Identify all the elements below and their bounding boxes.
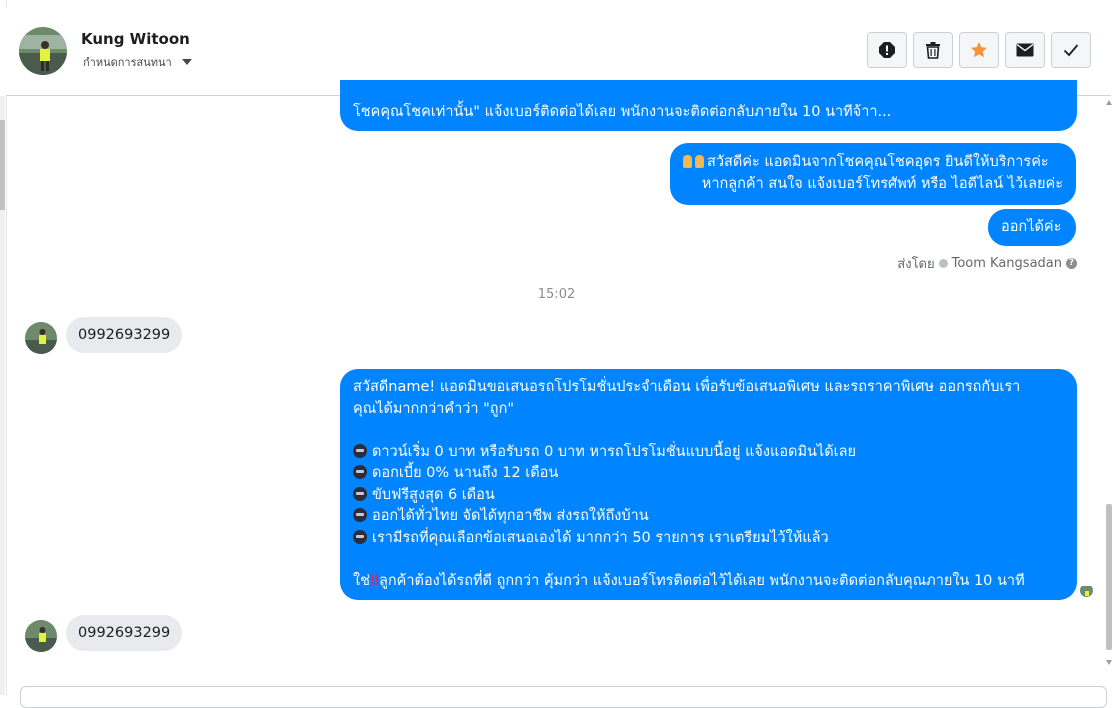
message-text: 0992693299 <box>78 625 171 641</box>
contact-avatar-small <box>25 620 57 652</box>
left-scrollbar[interactable] <box>0 96 5 695</box>
praying-hands-icon <box>683 155 692 168</box>
outgoing-message[interactable]: โชคคุณโชคเท่านั้น" แจ้งเบอร์ติดต่อได้เลย… <box>340 80 1077 131</box>
check-icon <box>1063 44 1079 57</box>
message-text: ลูกค้าต้องได้รถที่ดี ถูกกว่า คุ้มกว่า แจ… <box>379 572 1025 589</box>
sent-by-name: Toom Kangsadan <box>951 256 1062 271</box>
mark-done-button[interactable] <box>1051 32 1091 68</box>
car-emoji-icon <box>353 443 367 458</box>
reply-composer[interactable] <box>20 686 1107 708</box>
mark-unread-button[interactable] <box>1005 32 1045 68</box>
star-icon <box>971 42 987 58</box>
message-text: หากลูกค้า สนใจ แจ้งเบอร์โทรศัพท์ หรือ ไอ… <box>701 175 1063 192</box>
message-text: ดาวน์เริ่ม 0 บาท หรือรับรถ 0 บาท หารถโปร… <box>372 443 856 460</box>
incoming-message[interactable]: 0992693299 <box>66 317 183 353</box>
scroll-up-arrow-icon[interactable] <box>1106 100 1112 105</box>
car-emoji-icon <box>353 529 367 544</box>
help-icon[interactable]: ? <box>1066 258 1077 269</box>
contact-avatar-small <box>25 322 57 354</box>
contact-name[interactable]: Kung Witoon <box>81 30 190 48</box>
double-exclamation-icon: ‼ <box>369 572 380 589</box>
message-text: ออกได้ทั่วไทย จัดได้ทุกอาชีพ ส่งรถให้ถึง… <box>372 508 649 524</box>
outgoing-message[interactable]: สวัสดีค่ะ แอดมินจากโชคคุณโชคอุดร ยินดีให… <box>670 143 1076 205</box>
bullet-line: ออกได้ทั่วไทย จัดได้ทุกอาชีพ ส่งรถให้ถึง… <box>353 506 1064 528</box>
star-button[interactable] <box>959 32 999 68</box>
conversation-actions <box>867 32 1091 68</box>
praying-hands-icon <box>695 155 704 168</box>
message-text: ดอกเบี้ย 0% นานถึง 12 เดือน <box>372 465 559 481</box>
seen-avatar <box>1080 584 1093 597</box>
message-text: โชคคุณโชคเท่านั้น" แจ้งเบอร์ติดต่อได้เลย… <box>353 104 892 120</box>
caret-down-icon <box>181 59 192 65</box>
sent-by-prefix: ส่งโดย <box>897 257 935 272</box>
message-text: สวัสดีname! แอดมินขอเสนอรถโปรโมชั่นประจำ… <box>353 379 1021 395</box>
outgoing-message[interactable]: สวัสดีname! แอดมินขอเสนอรถโปรโมชั่นประจำ… <box>340 369 1077 600</box>
message-line: ใช่‼ลูกค้าต้องได้รถที่ดี ถูกกว่า คุ้มกว่… <box>353 571 1064 593</box>
car-emoji-icon <box>353 465 367 479</box>
car-emoji-icon <box>353 508 367 522</box>
message-text: ขับฟรีสูงสุด 6 เดือน <box>372 486 495 503</box>
message-text: เรามีรถที่คุณเลือกข้อเสนอเองได้ มากกว่า … <box>372 529 829 546</box>
exclamation-icon <box>879 42 895 58</box>
outgoing-message[interactable]: ออกได้ค่ะ <box>988 209 1076 246</box>
bullet-line: ขับฟรีสูงสุด 6 เดือน <box>353 485 1064 507</box>
messages-scrollbar[interactable] <box>1105 96 1113 676</box>
message-text: คุณได้มากกว่าคำว่า "ถูก" <box>353 400 515 417</box>
envelope-icon <box>1016 43 1034 57</box>
left-scrollbar-thumb[interactable] <box>0 120 5 210</box>
assign-conversation-dropdown[interactable]: กำหนดการสนทนา <box>83 53 192 71</box>
message-text: 0992693299 <box>78 327 171 343</box>
scroll-down-arrow-icon[interactable] <box>1106 660 1112 665</box>
trash-icon <box>926 42 940 59</box>
sent-by-info: ส่งโดย Toom Kangsadan ? <box>897 253 1077 274</box>
message-text: สวัสดีค่ะ แอดมินจากโชคคุณโชคอุดร ยินดีให… <box>707 154 1049 170</box>
delete-button[interactable] <box>913 32 953 68</box>
incoming-message[interactable]: 0992693299 <box>66 615 183 651</box>
bullet-line: ดอกเบี้ย 0% นานถึง 12 เดือน <box>353 463 1064 485</box>
mark-spam-button[interactable] <box>867 32 907 68</box>
assign-label: กำหนดการสนทนา <box>83 56 172 69</box>
message-text: ใช่ <box>353 572 370 589</box>
message-text: ออกได้ค่ะ <box>1001 219 1062 235</box>
messages-scrollbar-thumb[interactable] <box>1106 504 1112 650</box>
contact-avatar[interactable] <box>19 27 67 75</box>
message-line: สวัสดีค่ะ แอดมินจากโชคคุณโชคอุดร ยินดีให… <box>683 152 1063 174</box>
car-emoji-icon <box>353 486 367 501</box>
verified-icon <box>938 259 948 268</box>
bullet-line: ดาวน์เริ่ม 0 บาท หรือรับรถ 0 บาท หารถโปร… <box>353 442 1064 464</box>
bullet-line: เรามีรถที่คุณเลือกข้อเสนอเองได้ มากกว่า … <box>353 528 1064 550</box>
message-timestamp: 15:02 <box>537 287 576 302</box>
